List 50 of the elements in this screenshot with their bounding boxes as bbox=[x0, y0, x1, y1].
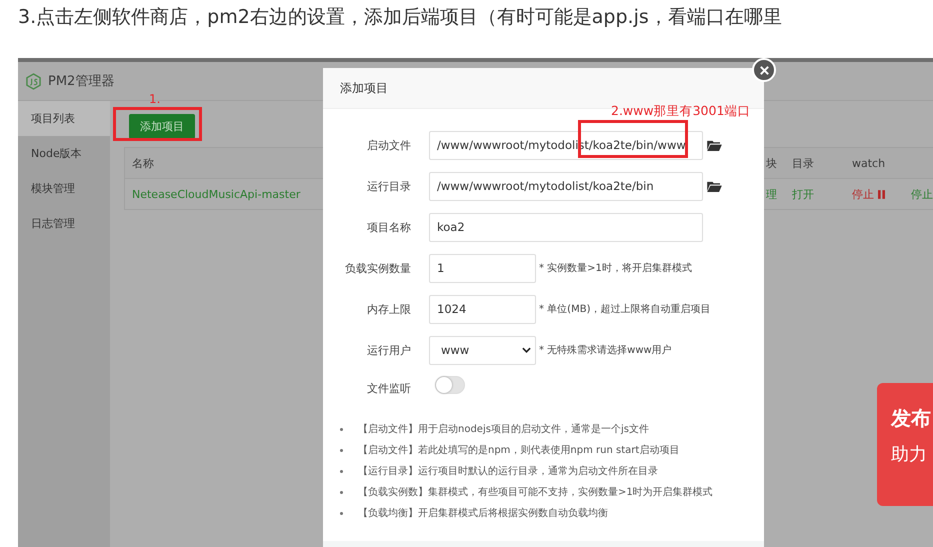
sidebar-item[interactable]: 项目列表 bbox=[18, 101, 110, 136]
column-header: 名称 bbox=[131, 156, 155, 170]
annotation-text: 1. bbox=[149, 92, 160, 106]
user-select[interactable]: www bbox=[429, 336, 536, 364]
input-field[interactable]: /www/wwwroot/mytodolist/koa2te/bin bbox=[429, 172, 703, 200]
bullet-icon bbox=[340, 512, 343, 514]
sidebar-item[interactable]: Node版本 bbox=[18, 136, 110, 171]
step-heading: 3.点击左侧软件商店，pm2右边的设置，添加后端项目（有时可能是app.js，看端口在哪里 bbox=[17, 5, 783, 30]
close-icon bbox=[758, 64, 770, 76]
bullet-icon bbox=[340, 470, 343, 472]
bullet-icon bbox=[340, 490, 343, 494]
field-label: 文件监听 bbox=[366, 381, 411, 396]
ad-text: 发布 bbox=[891, 405, 932, 432]
input-field[interactable]: koa2 bbox=[429, 212, 703, 242]
field-hint: * 无特殊需求请选择www用户 bbox=[539, 344, 672, 357]
bullet-icon bbox=[340, 448, 343, 452]
field-label: 启动文件 bbox=[366, 138, 411, 152]
input-field[interactable]: 1 bbox=[429, 254, 536, 282]
column-header: 目录 bbox=[791, 156, 815, 170]
column-header: watch bbox=[851, 156, 886, 170]
folder-icon[interactable] bbox=[707, 180, 722, 192]
field-label: 运行用户 bbox=[366, 342, 411, 358]
field-label: 运行目录 bbox=[366, 178, 411, 194]
field-hint: * 实例数量>1时，将开启集群模式 bbox=[539, 262, 692, 275]
folder-icon[interactable] bbox=[707, 140, 722, 150]
tip-text: 【负载均衡】开启集群模式后将根据实例数自动负载均衡 bbox=[358, 506, 608, 520]
tip-text: 【负载实例数】集群模式，有些项目可能不支持，实例数量>1时为开启集群模式 bbox=[358, 486, 713, 499]
tip-text: 【启动文件】用于启动nodejs项目的启动文件，通常是一个js文件 bbox=[358, 422, 649, 436]
annotation-text: 2.www那里有3001端口 bbox=[611, 103, 750, 120]
pause-icon bbox=[878, 190, 885, 198]
dialog-title: 添加项目 bbox=[340, 80, 388, 96]
field-label: 内存上限 bbox=[366, 302, 411, 316]
add-project-button[interactable]: 添加项目 bbox=[129, 114, 195, 139]
field-hint: * 单位(MB)，超过上限将自动重启项目 bbox=[539, 302, 710, 316]
tip-text: 【运行目录】运行项目时默认的运行目录，通常为启动文件所在目录 bbox=[358, 464, 658, 478]
sidebar-item[interactable]: 模块管理 bbox=[18, 171, 110, 206]
bullet-icon bbox=[340, 428, 343, 430]
input-field[interactable]: 1024 bbox=[429, 294, 536, 324]
ad-text: 助力 bbox=[891, 443, 928, 466]
hexagon-logo-icon bbox=[26, 72, 41, 90]
field-label: 负载实例数量 bbox=[344, 260, 411, 276]
column-header: 块 bbox=[765, 156, 778, 170]
toggle-switch[interactable] bbox=[435, 376, 465, 394]
tip-text: 【启动文件】若此处填写的是npm，则代表使用npm run start启动项目 bbox=[358, 444, 680, 457]
field-label: 项目名称 bbox=[366, 220, 411, 234]
app-title: PM2管理器 bbox=[48, 73, 114, 90]
table-cell[interactable]: 停止 bbox=[852, 186, 874, 202]
chevron-icon bbox=[522, 347, 531, 353]
sidebar-item[interactable]: 日志管理 bbox=[18, 206, 110, 241]
ad-banner[interactable]: 发布 助力 bbox=[877, 383, 933, 506]
